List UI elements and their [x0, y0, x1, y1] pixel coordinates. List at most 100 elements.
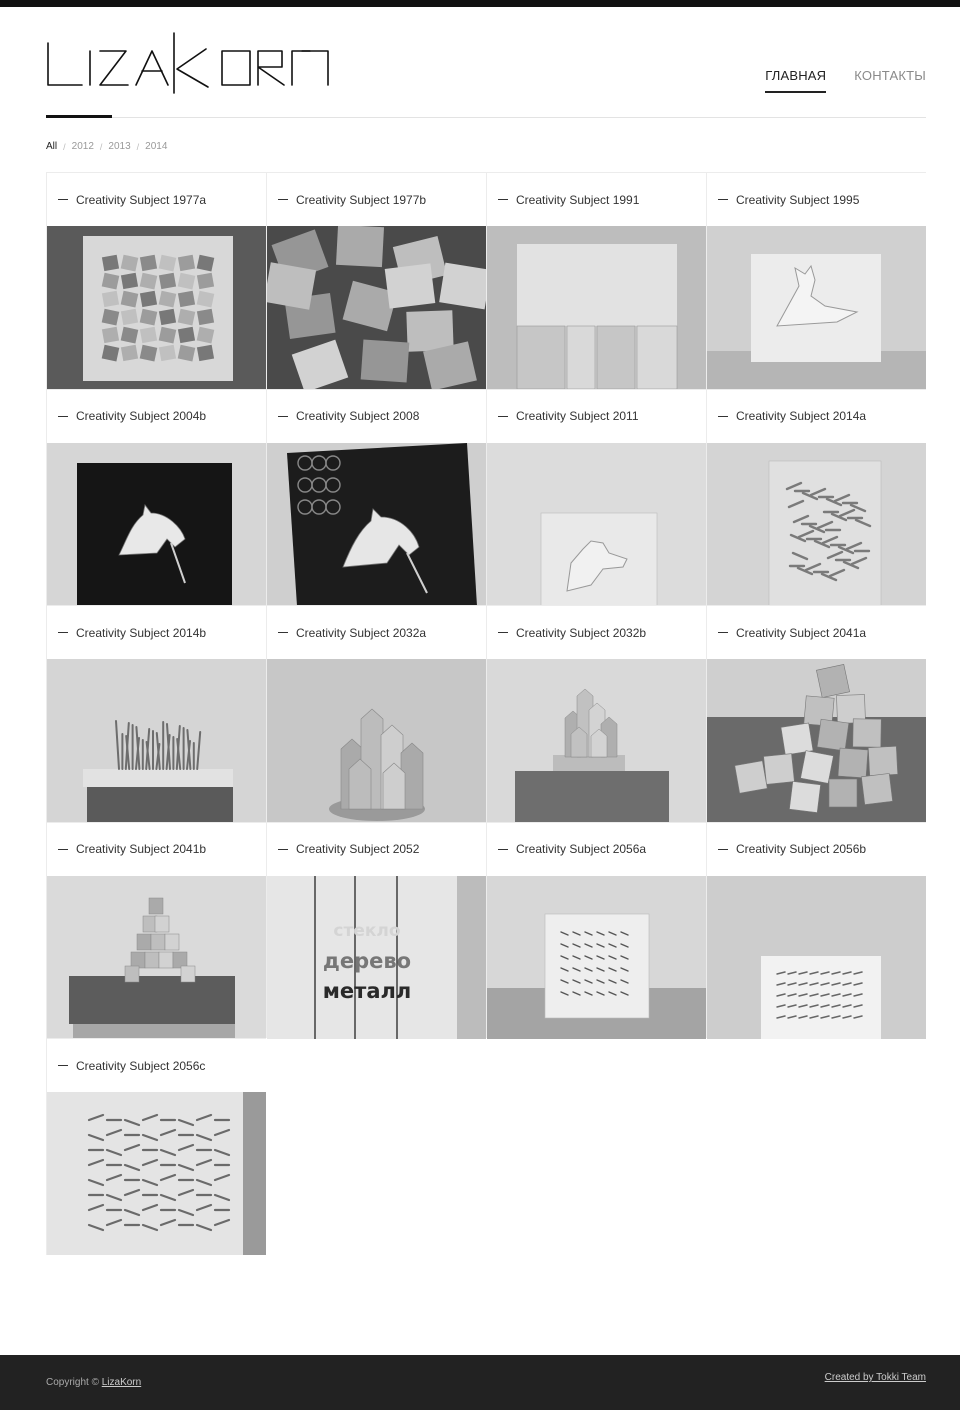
portfolio-item-caption[interactable]: Creativity Subject 2041a [707, 606, 926, 659]
portfolio-item-title: Creativity Subject 2032a [296, 625, 427, 640]
artwork-photo [47, 659, 266, 822]
portfolio-item-image[interactable] [47, 875, 266, 1039]
filter-2014[interactable]: 2014 [145, 141, 167, 152]
portfolio-item[interactable]: Creativity Subject 2056b [706, 821, 926, 1039]
portfolio-item[interactable]: Creativity Subject 1977a [46, 172, 266, 389]
portfolio-item-title: Creativity Subject 2004b [76, 409, 207, 423]
portfolio-item[interactable]: Creativity Subject 1995 [706, 172, 926, 389]
dash-icon [718, 848, 728, 850]
dash-icon [58, 415, 68, 417]
portfolio-item[interactable]: Creativity Subject 1977b [266, 172, 486, 389]
portfolio-item-caption[interactable]: Creativity Subject 2052 [267, 823, 486, 876]
portfolio-item[interactable]: Creativity Subject 2032a [266, 605, 486, 822]
portfolio-item[interactable]: Creativity Subject 2032b [486, 605, 706, 822]
portfolio-item[interactable]: Creativity Subject 2052 стекло дерево метал… [266, 821, 486, 1039]
portfolio-item-image[interactable] [47, 226, 266, 389]
artwork-photo [47, 226, 266, 389]
filter-2012[interactable]: 2012 [72, 141, 94, 152]
portfolio-item[interactable]: Creativity Subject 2056c [46, 1038, 266, 1255]
artwork-photo [707, 659, 926, 822]
dash-icon [58, 848, 68, 850]
artwork-photo [487, 226, 706, 389]
portfolio-grid: Creativity Subject 1977a Creativity Subje… [46, 172, 926, 1255]
portfolio-item-image[interactable] [47, 1092, 266, 1255]
portfolio-item-image[interactable] [707, 659, 926, 822]
dash-icon [58, 199, 68, 200]
portfolio-item-caption[interactable]: Creativity Subject 2056b [707, 823, 926, 876]
portfolio-item[interactable]: Creativity Subject 2011 [486, 388, 706, 606]
artwork-photo [47, 1092, 266, 1255]
portfolio-item-image[interactable] [487, 226, 706, 389]
portfolio-item-caption[interactable]: Creativity Subject 2032a [267, 606, 486, 659]
portfolio-item[interactable]: Creativity Subject 2056a [486, 821, 706, 1039]
portfolio-item[interactable]: Creativity Subject 2004b [46, 388, 266, 606]
dash-icon [498, 848, 508, 850]
portfolio-item-caption[interactable]: Creativity Subject 1977b [267, 173, 486, 226]
portfolio-item-image[interactable] [487, 875, 706, 1039]
credit-link[interactable]: Created by Tokki Team [825, 1372, 926, 1383]
portfolio-item-caption[interactable]: Creativity Subject 2008 [267, 390, 486, 443]
portfolio-item-caption[interactable]: Creativity Subject 2056c [47, 1039, 266, 1092]
portfolio-item-image[interactable] [47, 659, 266, 822]
portfolio-item-image[interactable] [707, 875, 926, 1039]
filter-separator: / [136, 141, 140, 152]
portfolio-item-image[interactable] [707, 442, 926, 606]
top-strip [0, 0, 960, 7]
portfolio-item-caption[interactable]: Creativity Subject 2032b [487, 606, 706, 659]
portfolio-item-caption[interactable]: Creativity Subject 1995 [707, 173, 926, 226]
artwork-photo: стекло дерево металл [267, 875, 486, 1039]
artwork-photo [267, 226, 486, 389]
portfolio-item-title: Creativity Subject 2008 [296, 409, 420, 423]
image-text-word: стекло [333, 921, 400, 941]
image-text-word: дерево [323, 949, 411, 973]
portfolio-item[interactable]: Creativity Subject 2041a [706, 605, 926, 822]
portfolio-item-caption[interactable]: Creativity Subject 2056a [487, 823, 706, 876]
nav-item-home[interactable]: ГЛАВНАЯ [765, 68, 827, 93]
artwork-photo [47, 875, 266, 1039]
portfolio-item-image[interactable] [487, 659, 706, 822]
dash-icon [58, 632, 68, 633]
portfolio-item-caption[interactable]: Creativity Subject 2004b [47, 390, 266, 443]
filter-2013[interactable]: 2013 [108, 141, 130, 152]
portfolio-item-title: Creativity Subject 2011 [516, 409, 639, 423]
dash-icon [58, 1065, 68, 1066]
portfolio-item-title: Creativity Subject 2032b [516, 625, 647, 640]
main-nav: ГЛАВНАЯ КОНТАКТЫ [765, 68, 926, 93]
portfolio-item-caption[interactable]: Creativity Subject 2014b [47, 606, 266, 659]
portfolio-item[interactable]: Creativity Subject 1991 [486, 172, 706, 389]
portfolio-item-caption[interactable]: Creativity Subject 2011 [487, 390, 706, 443]
portfolio-item-image[interactable]: стекло дерево металл [267, 875, 486, 1039]
portfolio-item-image[interactable] [267, 226, 486, 389]
dash-icon [718, 415, 728, 417]
copyright-link[interactable]: LizaKorn [102, 1377, 141, 1388]
artwork-photo [487, 442, 706, 606]
portfolio-item-title: Creativity Subject 2041a [736, 625, 867, 640]
copyright: Copyright © LizaKorn [46, 1377, 141, 1388]
portfolio-item-image[interactable] [267, 659, 486, 822]
portfolio-item-image[interactable] [707, 226, 926, 389]
portfolio-item-caption[interactable]: Creativity Subject 1977a [47, 173, 266, 226]
filter-all[interactable]: All [46, 141, 57, 152]
portfolio-item-caption[interactable]: Creativity Subject 1991 [487, 173, 706, 226]
portfolio-item[interactable]: Creativity Subject 2041b [46, 821, 266, 1039]
portfolio-item-title: Creativity Subject 2014b [76, 625, 207, 640]
portfolio-item-image[interactable] [267, 442, 486, 606]
dash-icon [278, 848, 288, 850]
dash-icon [278, 632, 288, 633]
portfolio-item-title: Creativity Subject 2014a [736, 409, 867, 423]
nav-item-contacts[interactable]: КОНТАКТЫ [854, 68, 926, 93]
site-logo[interactable] [46, 29, 332, 95]
portfolio-item-title: Creativity Subject 2056a [516, 842, 647, 856]
portfolio-item-image[interactable] [47, 442, 266, 606]
dash-icon [498, 415, 508, 417]
dash-icon [498, 632, 508, 633]
portfolio-item[interactable]: Creativity Subject 2008 [266, 388, 486, 606]
portfolio-item-image[interactable] [487, 442, 706, 606]
header-accent-bar [46, 115, 112, 118]
portfolio-item[interactable]: Creativity Subject 2014a [706, 388, 926, 606]
portfolio-item[interactable]: Creativity Subject 2014b [46, 605, 266, 822]
portfolio-item-title: Creativity Subject 1991 [516, 192, 640, 207]
portfolio-item-caption[interactable]: Creativity Subject 2014a [707, 390, 926, 443]
portfolio-item-caption[interactable]: Creativity Subject 2041b [47, 823, 266, 876]
artwork-photo [267, 659, 486, 822]
